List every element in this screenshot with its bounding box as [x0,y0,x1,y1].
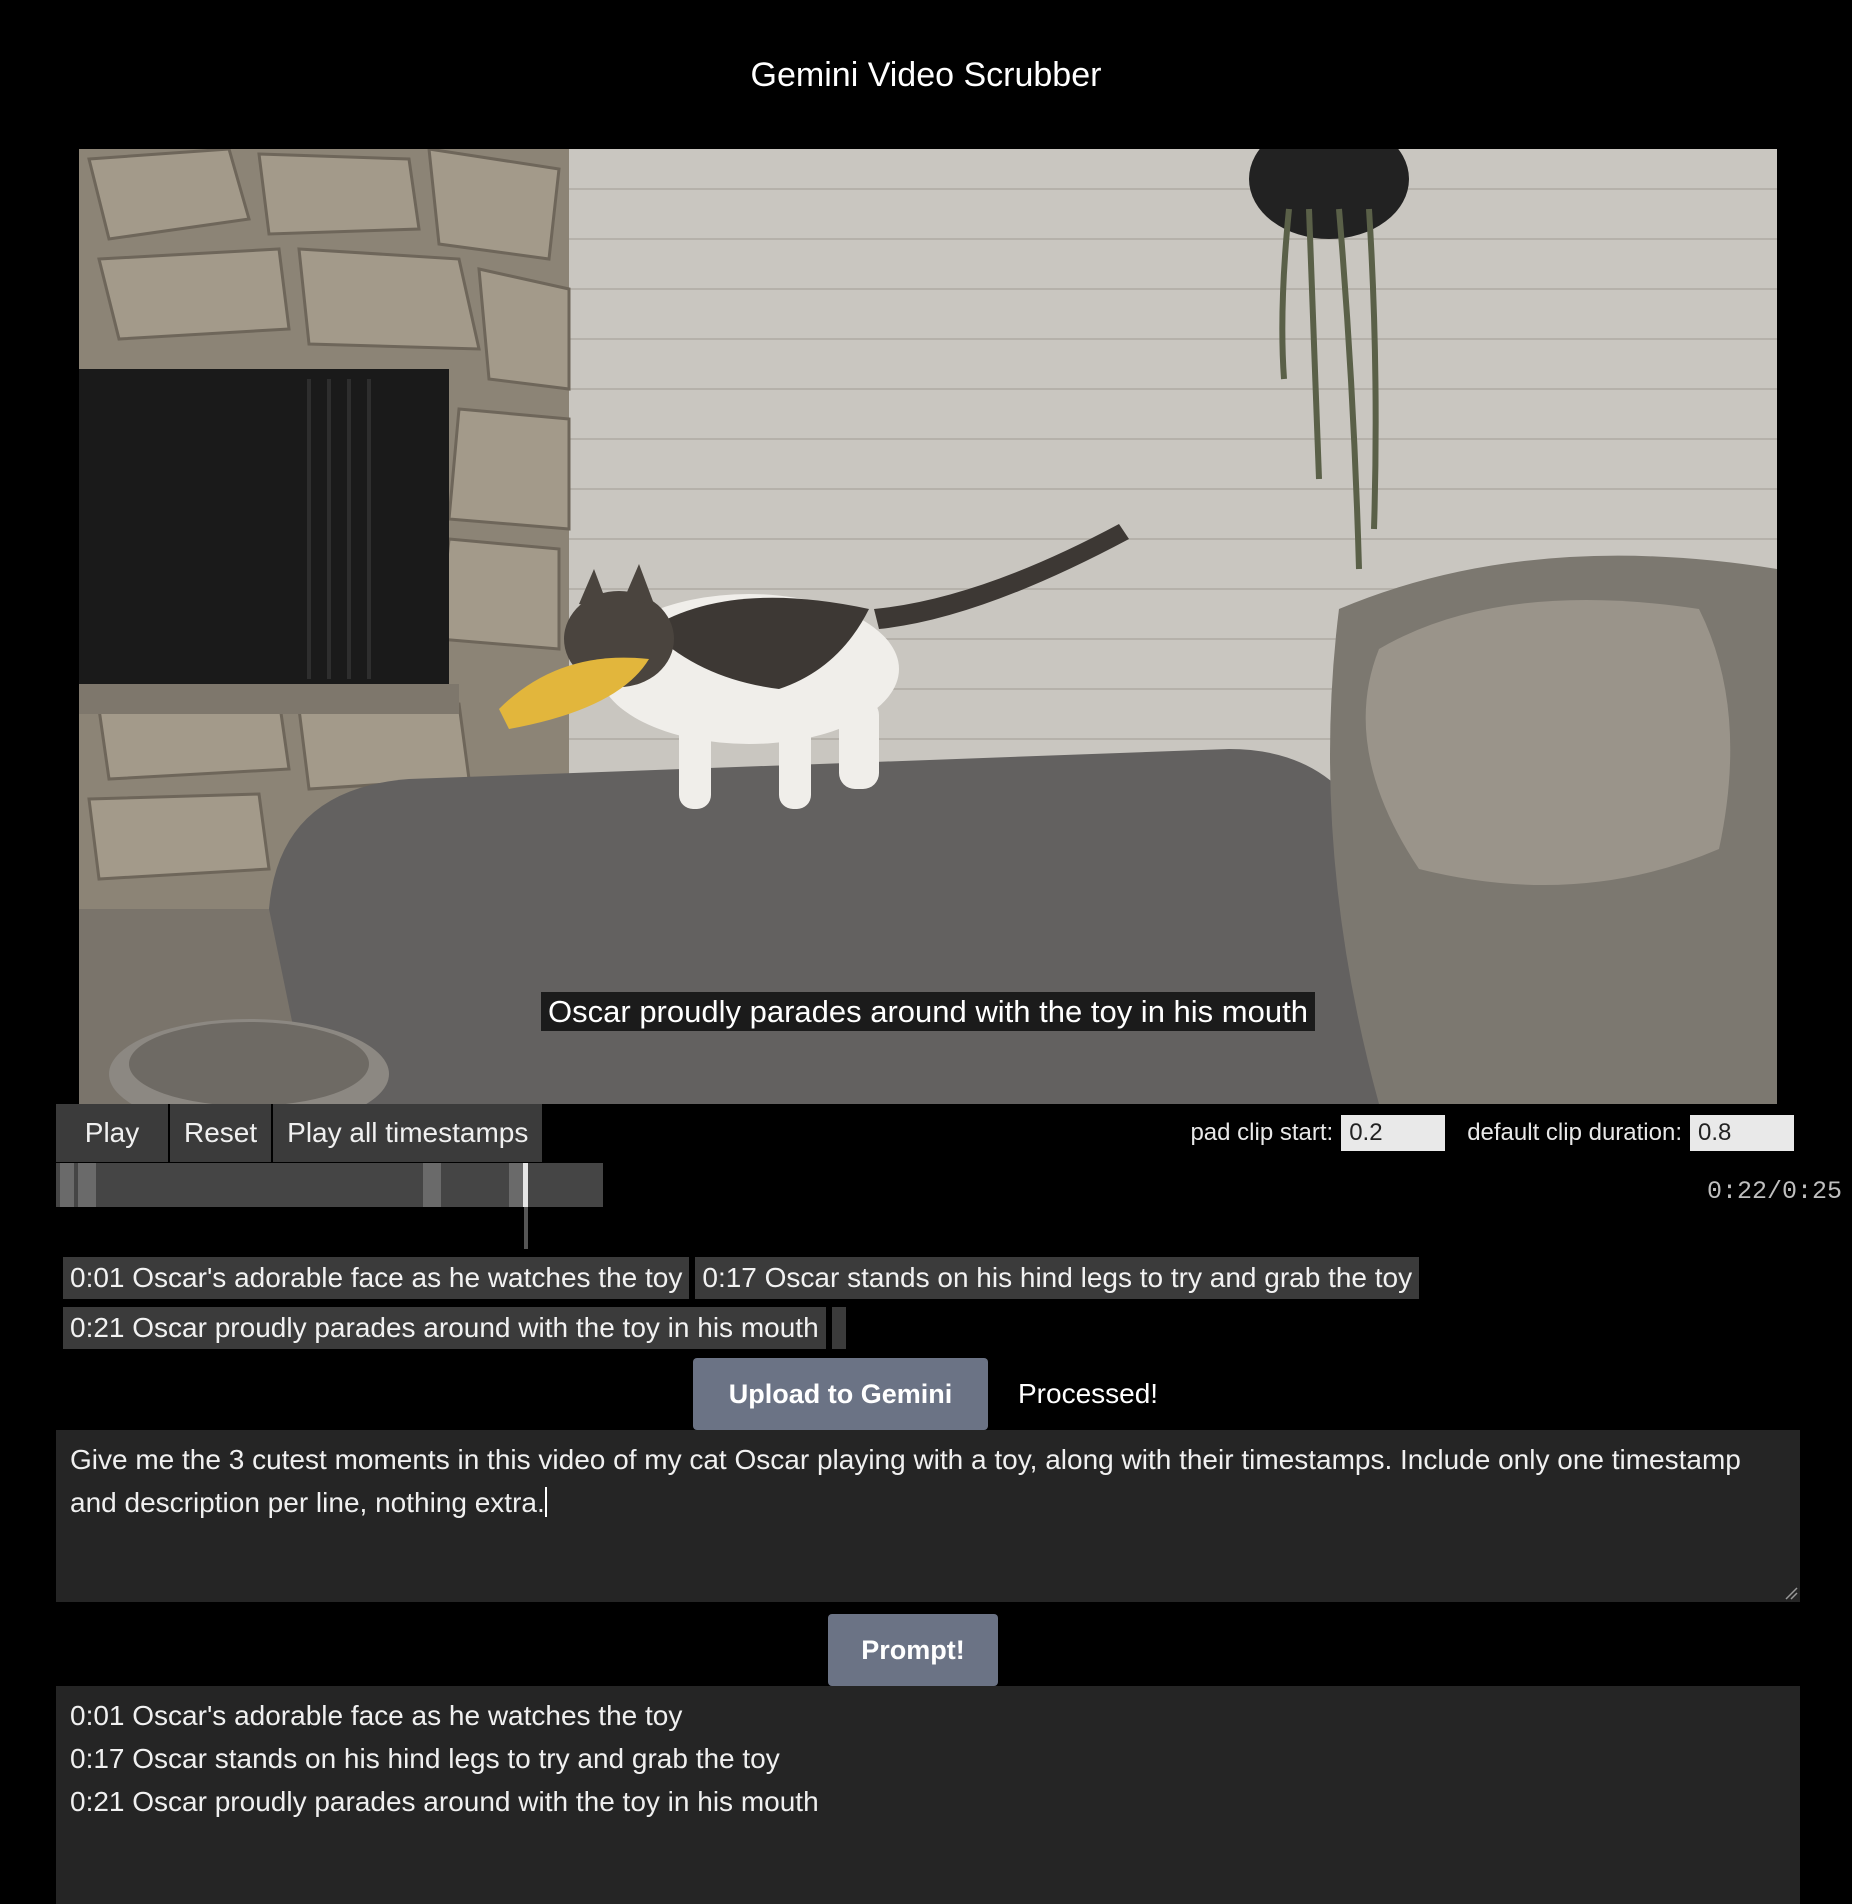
response-line: 0:17 Oscar stands on his hind legs to tr… [70,1743,780,1774]
app-title: Gemini Video Scrubber [750,56,1102,94]
timeline-marker[interactable] [423,1163,441,1207]
upload-to-gemini-button[interactable]: Upload to Gemini [693,1358,988,1430]
video-frame [79,149,1777,1104]
timestamp-chip-empty[interactable] [831,1307,846,1349]
response-output: 0:01 Oscar's adorable face as he watches… [56,1686,1800,1904]
playback-controls: Play Reset Play all timestamps [56,1104,543,1162]
timeline-marker[interactable] [78,1163,96,1207]
timestamp-chip[interactable]: 0:01 Oscar's adorable face as he watches… [63,1257,690,1299]
default-clip-duration-input[interactable] [1690,1115,1794,1151]
video-player[interactable]: Oscar proudly parades around with the to… [79,149,1777,1104]
reset-button[interactable]: Reset [170,1104,274,1162]
timestamp-list: 0:01 Oscar's adorable face as he watches… [63,1257,1483,1357]
clip-settings: pad clip start: default clip duration: [1190,1115,1794,1151]
text-cursor [544,1487,547,1517]
video-caption: Oscar proudly parades around with the to… [541,992,1315,1031]
prompt-textarea[interactable]: Give me the 3 cutest moments in this vid… [56,1430,1800,1602]
timeline-marker[interactable] [60,1163,74,1207]
pad-clip-start-label: pad clip start: [1190,1119,1334,1146]
default-clip-duration-label: default clip duration: [1467,1119,1682,1146]
play-button[interactable]: Play [56,1104,170,1162]
timeline-scrubber[interactable] [56,1163,603,1207]
timestamp-chip[interactable]: 0:21 Oscar proudly parades around with t… [63,1307,826,1349]
prompt-button-wrap: Prompt! [828,1614,998,1686]
pad-clip-start-input[interactable] [1341,1115,1446,1151]
upload-row: Upload to Gemini Processed! [693,1358,1158,1430]
time-display: 0:22/0:25 [1706,1177,1842,1206]
prompt-button[interactable]: Prompt! [828,1614,998,1686]
response-line: 0:21 Oscar proudly parades around with t… [70,1786,819,1817]
response-line: 0:01 Oscar's adorable face as he watches… [70,1700,683,1731]
resize-handle-icon[interactable] [1784,1586,1798,1600]
timestamp-chip[interactable]: 0:17 Oscar stands on his hind legs to tr… [695,1257,1420,1299]
playhead-handle[interactable] [523,1163,528,1207]
video-caption-wrap: Oscar proudly parades around with the to… [79,992,1777,1031]
upload-status: Processed! [1018,1378,1159,1409]
play-all-timestamps-button[interactable]: Play all timestamps [273,1104,543,1162]
prompt-text: Give me the 3 cutest moments in this vid… [70,1444,1749,1518]
